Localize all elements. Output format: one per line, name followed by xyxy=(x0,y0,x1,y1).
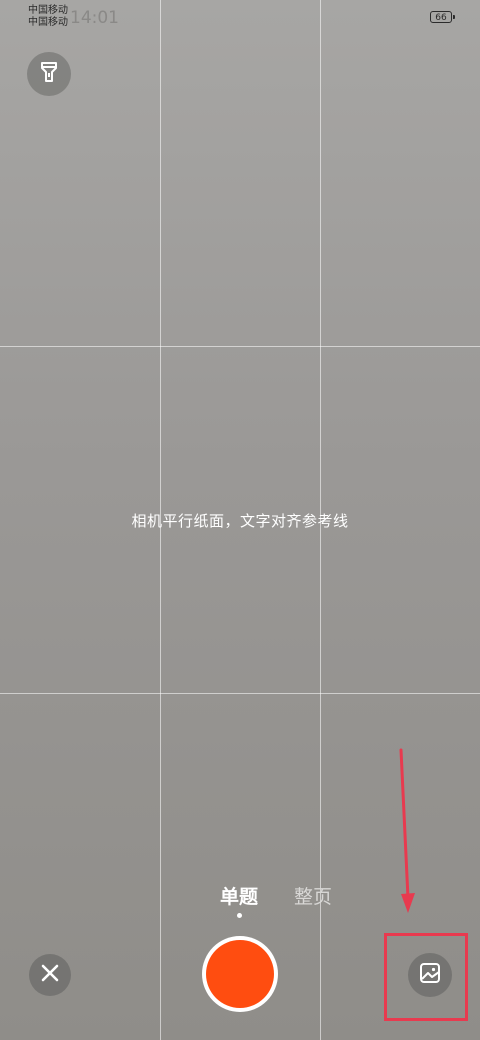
status-bar: 中国移动 中国移动 14:01 66 xyxy=(0,0,480,36)
gallery-icon xyxy=(418,961,442,989)
tab-single-question[interactable]: 单题 xyxy=(220,882,258,909)
close-icon xyxy=(40,963,60,987)
active-mode-indicator xyxy=(237,913,242,918)
annotation-arrow xyxy=(399,748,415,913)
grid-line-horizontal-bottom xyxy=(0,693,480,694)
flashlight-icon xyxy=(38,60,60,88)
gallery-button[interactable] xyxy=(408,953,452,997)
close-button[interactable] xyxy=(29,954,71,996)
battery-indicator: 66 xyxy=(430,11,455,23)
shutter-button-core xyxy=(206,940,274,1008)
shutter-button[interactable] xyxy=(202,936,278,1012)
carrier-label-1: 中国移动 xyxy=(28,5,68,16)
grid-line-horizontal-top xyxy=(0,346,480,347)
status-time: 14:01 xyxy=(70,8,119,28)
alignment-guide-text: 相机平行纸面，文字对齐参考线 xyxy=(131,512,349,530)
flashlight-button[interactable] xyxy=(27,52,71,96)
carrier-label-2: 中国移动 xyxy=(28,17,68,28)
tab-whole-page[interactable]: 整页 xyxy=(294,882,332,909)
carrier-labels: 中国移动 中国移动 xyxy=(28,5,68,29)
